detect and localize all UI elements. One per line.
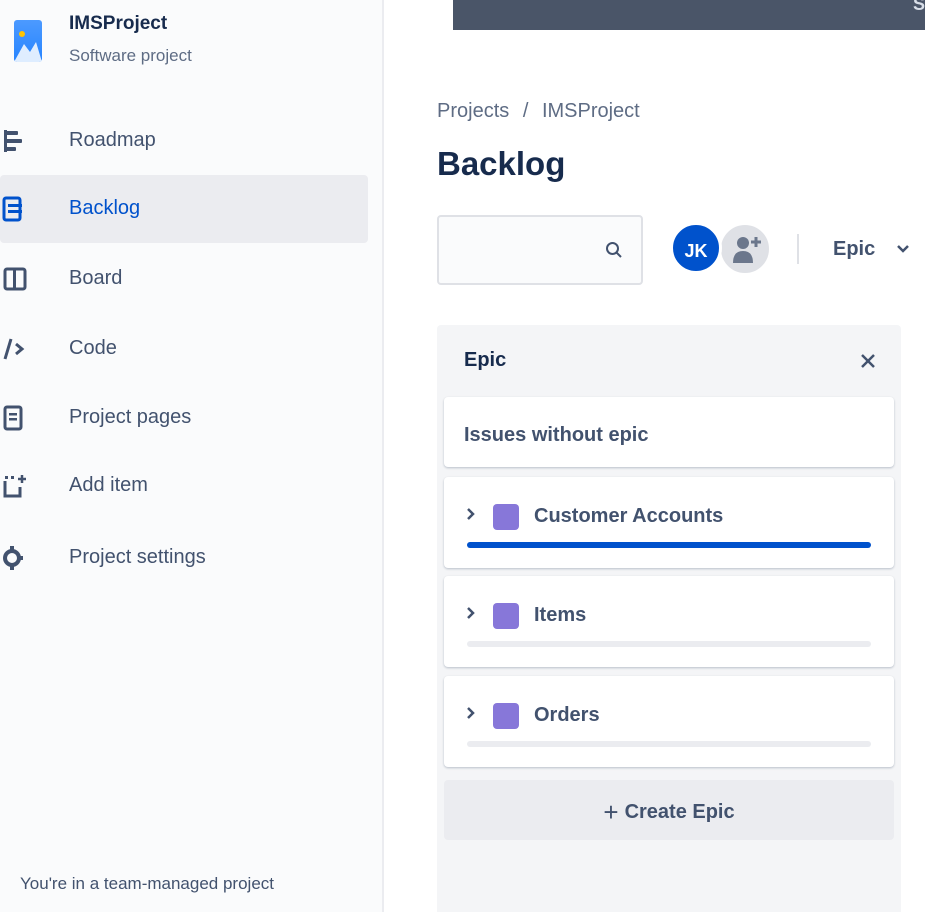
team-managed-note[interactable]: You're in a team-managed project [20, 874, 274, 894]
epic-color-swatch [493, 603, 519, 629]
create-epic-content: + Create Epic [603, 797, 734, 828]
create-epic-button[interactable]: + Create Epic [444, 780, 894, 840]
epic-color-swatch [493, 703, 519, 729]
breadcrumb-projects-link[interactable]: Projects [437, 100, 509, 122]
sidebar-item-roadmap[interactable]: Roadmap [0, 107, 368, 175]
sidebar-item-backlog[interactable]: Backlog [0, 175, 368, 243]
project-avatar-icon[interactable] [14, 20, 42, 62]
epic-panel: Epic Issues without epic Customer Accoun… [437, 325, 901, 912]
plus-icon: + [603, 797, 619, 827]
sidebar: IMSProject Software project Roadmap Back… [0, 0, 384, 912]
breadcrumb-separator: / [522, 100, 529, 122]
chevron-right-icon[interactable] [466, 606, 476, 620]
close-icon[interactable] [860, 353, 876, 369]
sidebar-item-label: Project pages [69, 406, 192, 428]
breadcrumb: Projects / IMSProject [437, 100, 648, 123]
sidebar-item-project-pages[interactable]: Project pages [0, 384, 368, 452]
breadcrumb-project-link[interactable]: IMSProject [542, 100, 640, 122]
search-input[interactable] [437, 215, 643, 285]
add-person-icon [733, 237, 761, 263]
issues-without-epic-label: Issues without epic [464, 424, 649, 446]
epic-color-swatch [493, 504, 519, 530]
epic-progress-fill [467, 542, 871, 548]
toolbar-divider [797, 234, 799, 264]
epic-name: Orders [534, 704, 600, 726]
sidebar-item-label: Project settings [69, 546, 206, 568]
epic-name: Items [534, 604, 587, 626]
top-banner: S [453, 0, 925, 30]
epic-card-orders[interactable]: Orders [444, 676, 894, 767]
issues-without-epic-card[interactable]: Issues without epic [444, 397, 894, 467]
epic-progress-bar [467, 542, 871, 548]
avatar[interactable]: JK [670, 222, 722, 274]
pages-icon [3, 405, 23, 431]
epic-filter-dropdown[interactable]: Epic [833, 238, 875, 261]
chevron-right-icon[interactable] [466, 507, 476, 521]
sidebar-item-label: Board [69, 267, 123, 289]
chevron-down-icon[interactable] [896, 244, 910, 254]
gear-icon [3, 546, 23, 570]
sidebar-item-label: Roadmap [69, 129, 156, 151]
sidebar-item-label: Backlog [69, 197, 141, 219]
sidebar-item-label: Add item [69, 474, 148, 496]
epic-name: Customer Accounts [534, 505, 724, 527]
add-item-icon [3, 475, 26, 498]
app-root: IMSProject Software project Roadmap Back… [0, 0, 925, 912]
chevron-right-icon[interactable] [466, 706, 476, 720]
epic-card-customer-accounts[interactable]: Customer Accounts [444, 477, 894, 568]
project-type: Software project [69, 46, 192, 65]
epic-progress-bar [467, 741, 871, 747]
epic-card-items[interactable]: Items [444, 576, 894, 667]
search-icon [606, 242, 622, 258]
sidebar-item-code[interactable]: Code [0, 315, 368, 383]
code-icon [3, 338, 25, 360]
sidebar-item-label: Code [69, 337, 117, 359]
create-epic-label: Create Epic [624, 801, 735, 823]
top-banner-text: S [912, 0, 925, 14]
backlog-icon [2, 196, 22, 222]
epic-panel-title: Epic [464, 349, 507, 371]
board-icon [3, 267, 27, 291]
roadmap-icon [4, 130, 22, 152]
add-people-button[interactable] [718, 222, 772, 276]
epic-progress-bar [467, 641, 871, 647]
sidebar-item-project-settings[interactable]: Project settings [0, 524, 368, 592]
sidebar-item-add-item[interactable]: Add item [0, 452, 368, 520]
sidebar-item-board[interactable]: Board [0, 245, 368, 313]
project-name[interactable]: IMSProject [69, 13, 167, 35]
page-title: Backlog [437, 145, 566, 182]
